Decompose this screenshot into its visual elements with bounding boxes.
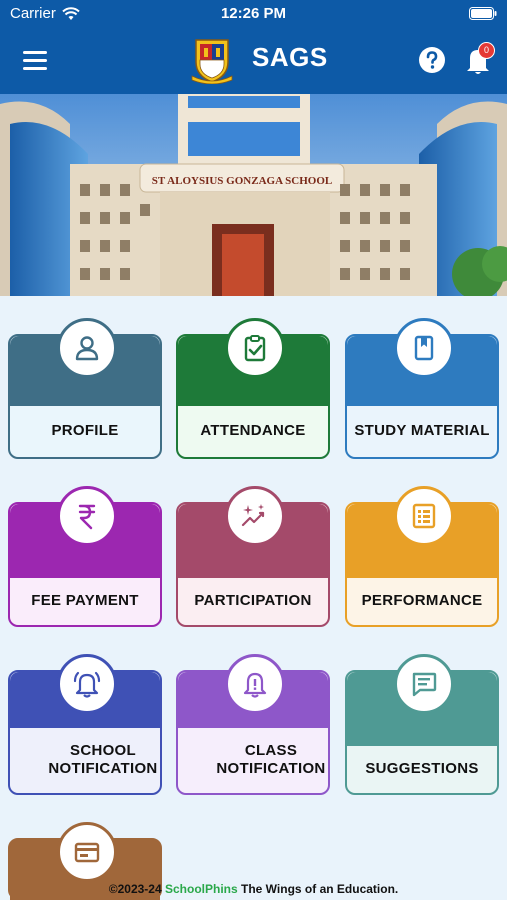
app-header: SAGS 0 (0, 28, 507, 94)
person-icon (57, 318, 117, 378)
book-icon (394, 318, 454, 378)
notification-badge: 0 (478, 42, 495, 59)
banner-sign-text: ST ALOYSIUS GONZAGA SCHOOL (152, 175, 332, 187)
tile-profile[interactable]: PROFILE (8, 318, 162, 459)
tile-performance[interactable]: PERFORMANCE (345, 486, 499, 627)
tile-suggestions[interactable]: SUGGESTIONS (345, 654, 499, 795)
tile-participation[interactable]: PARTICIPATION (176, 486, 330, 627)
hamburger-icon (23, 51, 47, 70)
tile-label: SUGGESTIONS (365, 759, 479, 777)
school-banner-image: ST ALOYSIUS GONZAGA SCHOOL (0, 94, 507, 296)
clipboard-check-icon (225, 318, 285, 378)
tile-attendance[interactable]: ATTENDANCE (176, 318, 330, 459)
tile-label: PARTICIPATION (194, 591, 312, 609)
tile-label: SCHOOL NOTIFICATION (48, 741, 158, 777)
status-bar: Carrier 12:26 PM (0, 0, 507, 28)
sparkle-icon (225, 486, 285, 546)
chat-icon (394, 654, 454, 714)
tile-class-notification[interactable]: CLASS NOTIFICATION (176, 654, 330, 795)
tile-label: STUDY MATERIAL (354, 421, 490, 439)
notifications-button[interactable]: 0 (464, 42, 495, 76)
tile-fee-payment[interactable]: FEE PAYMENT (8, 486, 162, 627)
school-logo (190, 36, 234, 85)
app-title: SAGS (252, 42, 328, 72)
tile-label: PERFORMANCE (361, 591, 483, 609)
rupee-icon (57, 486, 117, 546)
footer: ©2023-24 SchoolPhins The Wings of an Edu… (0, 882, 507, 896)
footer-tagline: The Wings of an Education. (241, 882, 399, 896)
tile-label: PROFILE (51, 421, 119, 439)
card-icon (57, 822, 117, 882)
status-time: 12:26 PM (220, 5, 287, 22)
tile-school-notification[interactable]: SCHOOL NOTIFICATION (8, 654, 162, 795)
tile-label: CLASS NOTIFICATION (216, 741, 326, 777)
tile-label: ATTENDANCE (200, 421, 306, 439)
tile-label: FEE PAYMENT (31, 591, 139, 609)
help-button[interactable] (418, 46, 446, 74)
list-icon (394, 486, 454, 546)
footer-copyright: ©2023-24 (108, 882, 162, 896)
bell-alert-icon (225, 654, 285, 714)
tile-study-material[interactable]: STUDY MATERIAL (345, 318, 499, 459)
footer-brand: SchoolPhins (164, 882, 238, 896)
help-icon (419, 47, 445, 73)
menu-button[interactable] (22, 48, 50, 72)
bell-ring-icon (57, 654, 117, 714)
battery-icon (469, 7, 497, 24)
